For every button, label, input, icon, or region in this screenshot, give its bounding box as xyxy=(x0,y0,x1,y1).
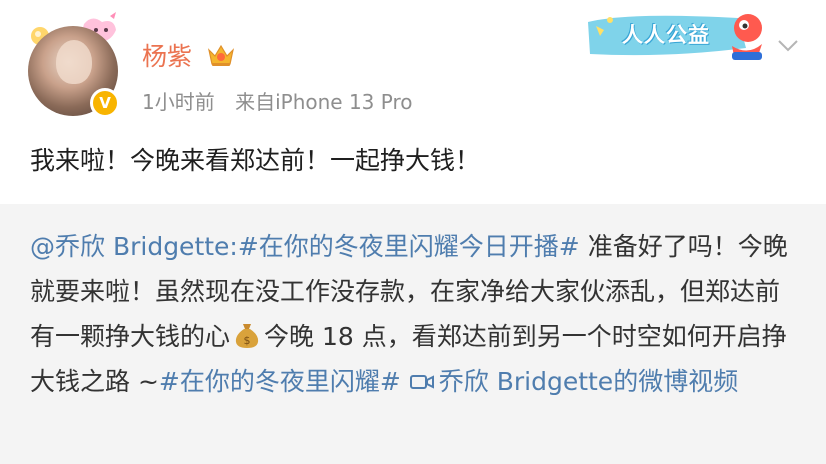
svg-text:$: $ xyxy=(244,334,251,347)
crown-icon[interactable] xyxy=(206,40,236,68)
video-icon xyxy=(409,375,434,389)
video-link-label: 乔欣 Bridgette的微博视频 xyxy=(438,367,739,396)
post-meta: 1小时前 来自iPhone 13 Pro xyxy=(142,86,413,115)
post-source: 来自iPhone 13 Pro xyxy=(235,90,413,114)
hashtag-link-2[interactable]: #在你的冬夜里闪耀# xyxy=(159,367,401,396)
post-text: 我来啦！今晚来看郑达前！一起挣大钱！ xyxy=(30,146,481,175)
post-header: V 杨紫 1小时前 来自iPhone 13 Pro 人人公益 xyxy=(0,0,826,125)
username[interactable]: 杨紫 xyxy=(142,37,192,73)
chevron-down-icon[interactable] xyxy=(776,38,800,54)
repost-card[interactable]: @乔欣 Bridgette:#在你的冬夜里闪耀今日开播# 准备好了吗！今晚就要来… xyxy=(0,204,826,464)
mention-link[interactable]: @乔欣 Bridgette: xyxy=(30,232,238,261)
post-time: 1小时前 xyxy=(142,90,215,114)
hashtag-link[interactable]: #在你的冬夜里闪耀今日开播# xyxy=(238,232,580,261)
charity-badge-label: 人人公益 xyxy=(622,23,710,47)
avatar[interactable]: V xyxy=(22,10,126,118)
money-bag-icon: $ xyxy=(235,324,259,348)
verified-icon: V xyxy=(90,88,120,118)
repost-body: @乔欣 Bridgette:#在你的冬夜里闪耀今日开播# 准备好了吗！今晚就要来… xyxy=(30,224,800,404)
charity-badge[interactable]: 人人公益 xyxy=(582,8,772,66)
video-link[interactable]: 乔欣 Bridgette的微博视频 xyxy=(401,367,738,396)
